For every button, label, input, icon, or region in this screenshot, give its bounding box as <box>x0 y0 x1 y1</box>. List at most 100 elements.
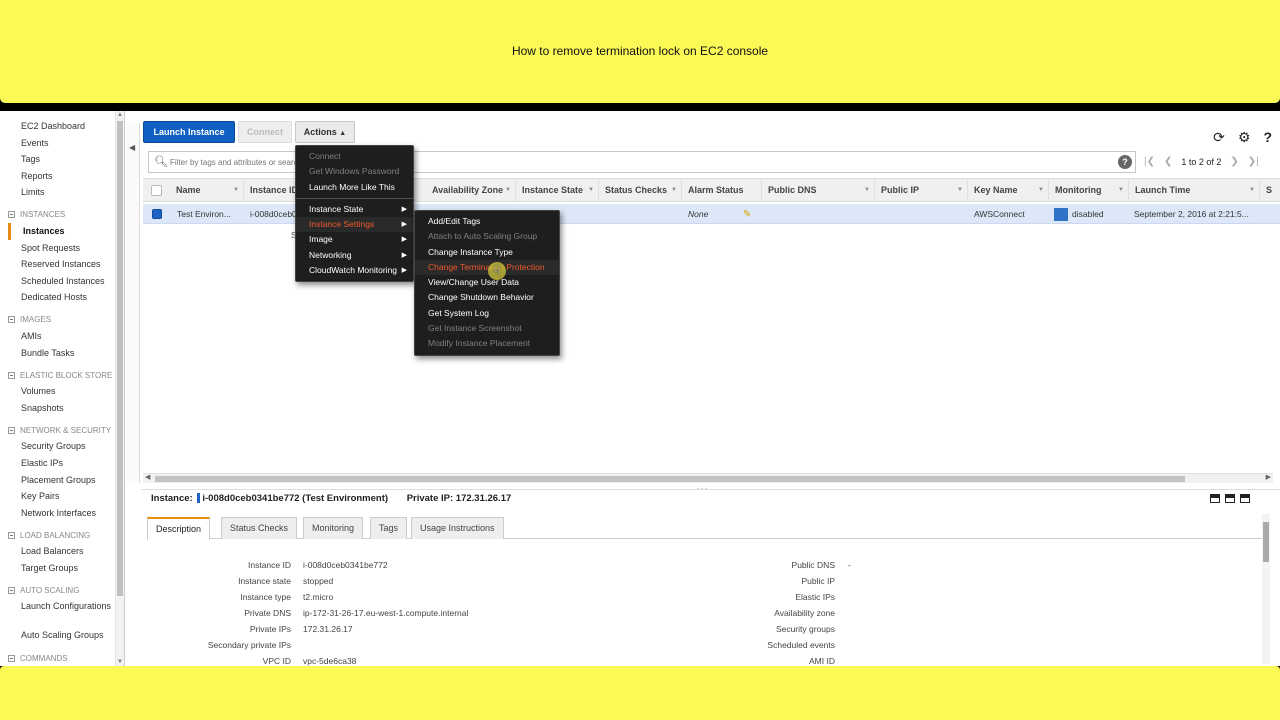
menu-item-get-windows-password[interactable]: Get Windows Password <box>296 164 413 179</box>
table-horizontal-scrollbar[interactable]: ◀ ▶ <box>143 473 1273 483</box>
pane-layout-max-icon[interactable] <box>1240 494 1250 503</box>
sidebar-item-reports[interactable]: Reports <box>8 168 118 185</box>
menu-item-change-termination-protection[interactable]: Change Termination Protection <box>415 259 559 276</box>
sidebar-scrollbar[interactable]: ▲ ▼ <box>115 111 124 666</box>
sidebar-item-elastic-ips[interactable]: Elastic IPs <box>8 455 118 472</box>
collapse-section-icon[interactable] <box>8 211 15 219</box>
refresh-icon[interactable]: ⟳ <box>1213 129 1225 146</box>
tab-tags[interactable]: Tags <box>370 517 408 539</box>
connect-button[interactable]: Connect <box>238 121 292 143</box>
column-header[interactable]: Alarm Status <box>683 179 762 201</box>
menu-item-launch-more-like-this[interactable]: Launch More Like This <box>296 180 413 195</box>
sidebar-section-network-security[interactable]: NETWORK & SECURITY <box>8 422 118 438</box>
menu-item-networking[interactable]: Networking ▶ <box>296 248 413 263</box>
sidebar-item-amis[interactable]: AMIs <box>8 328 118 345</box>
detail-scroll-thumb[interactable] <box>1263 522 1269 562</box>
pane-layout-split-icon[interactable] <box>1225 494 1235 503</box>
sidebar-item-dedicated-hosts[interactable]: Dedicated Hosts <box>8 289 118 306</box>
gear-icon[interactable]: ⚙ <box>1238 129 1251 146</box>
collapse-section-icon[interactable] <box>8 426 15 434</box>
sidebar-item-security-groups[interactable]: Security Groups <box>8 438 118 455</box>
scroll-up-icon[interactable]: ▲ <box>117 112 123 118</box>
sidebar-collapse-bar[interactable]: ◀ <box>126 123 140 483</box>
tab-description[interactable]: Description <box>147 517 211 540</box>
sidebar-item-launch-configurations[interactable]: Launch Configurations <box>8 598 118 627</box>
collapse-section-icon[interactable] <box>8 654 15 662</box>
tab-usage-instructions[interactable]: Usage Instructions <box>411 517 504 539</box>
sidebar-item-snapshots[interactable]: Snapshots <box>8 400 118 417</box>
sidebar-item-volumes[interactable]: Volumes <box>8 383 118 400</box>
column-header[interactable]: S <box>1261 179 1280 201</box>
tab-status-checks[interactable]: Status Checks <box>221 517 298 539</box>
menu-item-get-system-log[interactable]: Get System Log <box>415 306 559 321</box>
column-header[interactable]: Monitoring ▼ <box>1050 179 1129 201</box>
scroll-left-icon[interactable]: ◀ <box>145 473 150 481</box>
collapse-section-icon[interactable] <box>8 531 15 539</box>
sidebar-section-elastic-block-store[interactable]: ELASTIC BLOCK STORE <box>8 367 118 383</box>
menu-item-cloudwatch-monitoring[interactable]: CloudWatch Monitoring ▶ <box>296 263 413 278</box>
column-header[interactable]: Instance State ▼ <box>517 179 599 201</box>
menu-item-view-change-user-data[interactable]: View/Change User Data <box>415 275 559 290</box>
sidebar-item-ec-dashboard[interactable]: EC2 Dashboard <box>8 118 118 135</box>
sidebar-item-scheduled-instances[interactable]: Scheduled Instances <box>8 273 118 290</box>
scroll-down-icon[interactable]: ▼ <box>117 659 123 665</box>
column-header[interactable]: Instance ID <box>245 179 299 201</box>
sidebar-item-events[interactable]: Events <box>8 135 118 152</box>
column-header[interactable]: Status Checks ▼ <box>600 179 682 201</box>
column-header[interactable]: Name ▼ <box>171 179 244 201</box>
pane-layout-bottom-icon[interactable] <box>1210 494 1220 503</box>
sidebar-section-commands[interactable]: COMMANDS <box>8 650 118 666</box>
sidebar-item-tags[interactable]: Tags <box>8 151 118 168</box>
row-checkbox[interactable] <box>152 209 162 219</box>
column-header[interactable]: Launch Time ▼ <box>1130 179 1260 201</box>
detail-scrollbar[interactable] <box>1262 514 1270 664</box>
sidebar-item-auto-scaling-groups[interactable]: Auto Scaling Groups <box>8 627 118 644</box>
menu-item-instance-state[interactable]: Instance State ▶ <box>296 202 413 217</box>
first-page-icon[interactable]: |❮ <box>1144 156 1155 167</box>
menu-item-add-edit-tags[interactable]: Add/Edit Tags <box>415 214 559 229</box>
sidebar-item-placement-groups[interactable]: Placement Groups <box>8 472 118 489</box>
menu-item-get-instance-screenshot[interactable]: Get Instance Screenshot <box>415 321 559 336</box>
sidebar-item-reserved-instances[interactable]: Reserved Instances <box>8 256 118 273</box>
next-page-icon[interactable]: ❯ <box>1230 156 1238 167</box>
menu-item-instance-settings[interactable]: Instance Settings ▶ <box>296 217 413 233</box>
tab-monitoring[interactable]: Monitoring <box>303 517 364 539</box>
select-all-checkbox[interactable] <box>151 185 162 196</box>
menu-item-change-instance-type[interactable]: Change Instance Type <box>415 245 559 260</box>
launch-instance-button[interactable]: Launch Instance <box>143 121 235 143</box>
sidebar-section-auto-scaling[interactable]: AUTO SCALING <box>8 582 118 598</box>
search-input[interactable] <box>170 155 310 169</box>
menu-item-change-shutdown-behavior[interactable]: Change Shutdown Behavior <box>415 290 559 305</box>
scroll-right-icon[interactable]: ▶ <box>1266 473 1271 481</box>
sidebar-section-images[interactable]: IMAGES <box>8 312 118 328</box>
menu-item-image[interactable]: Image ▶ <box>296 232 413 247</box>
collapse-section-icon[interactable] <box>8 316 15 324</box>
sidebar-scroll-thumb[interactable] <box>117 121 123 596</box>
column-header[interactable]: Key Name ▼ <box>969 179 1049 201</box>
last-page-icon[interactable]: ❯| <box>1248 156 1259 167</box>
sidebar-section-load-balancing[interactable]: LOAD BALANCING <box>8 527 118 543</box>
actions-button[interactable]: Actions ▲ <box>295 121 355 143</box>
help-icon[interactable]: ? <box>1118 155 1132 169</box>
sidebar-item-target-groups[interactable]: Target Groups <box>8 560 118 577</box>
collapse-section-icon[interactable] <box>8 371 15 379</box>
menu-item-connect[interactable]: Connect <box>296 149 413 164</box>
sidebar-item-network-interfaces[interactable]: Network Interfaces <box>8 505 118 522</box>
sidebar-item-bundle-tasks[interactable]: Bundle Tasks <box>8 345 118 362</box>
question-icon[interactable]: ? <box>1263 129 1272 146</box>
collapse-left-icon[interactable]: ◀ <box>129 143 135 152</box>
sidebar-item-spot-requests[interactable]: Spot Requests <box>8 240 118 257</box>
menu-item-modify-instance-placement[interactable]: Modify Instance Placement <box>415 336 559 351</box>
column-header[interactable]: Public DNS ▼ <box>763 179 875 201</box>
column-header[interactable]: Public IP ▼ <box>876 179 968 201</box>
menu-item-attach-to-auto-scaling-group[interactable]: Attach to Auto Scaling Group <box>415 229 559 244</box>
sidebar-item-load-balancers[interactable]: Load Balancers <box>8 543 118 560</box>
alarm-bell-icon[interactable]: ✎ <box>743 204 757 224</box>
sidebar-item-limits[interactable]: Limits <box>8 184 118 201</box>
sidebar-section-instances[interactable]: INSTANCES <box>8 207 118 223</box>
collapse-section-icon[interactable] <box>8 586 15 594</box>
sidebar-item-instances[interactable]: Instances <box>8 222 118 240</box>
hscroll-thumb[interactable] <box>155 476 1185 482</box>
column-header[interactable]: Availability Zone ▼ <box>427 179 516 201</box>
prev-page-icon[interactable]: ❮ <box>1164 156 1172 167</box>
